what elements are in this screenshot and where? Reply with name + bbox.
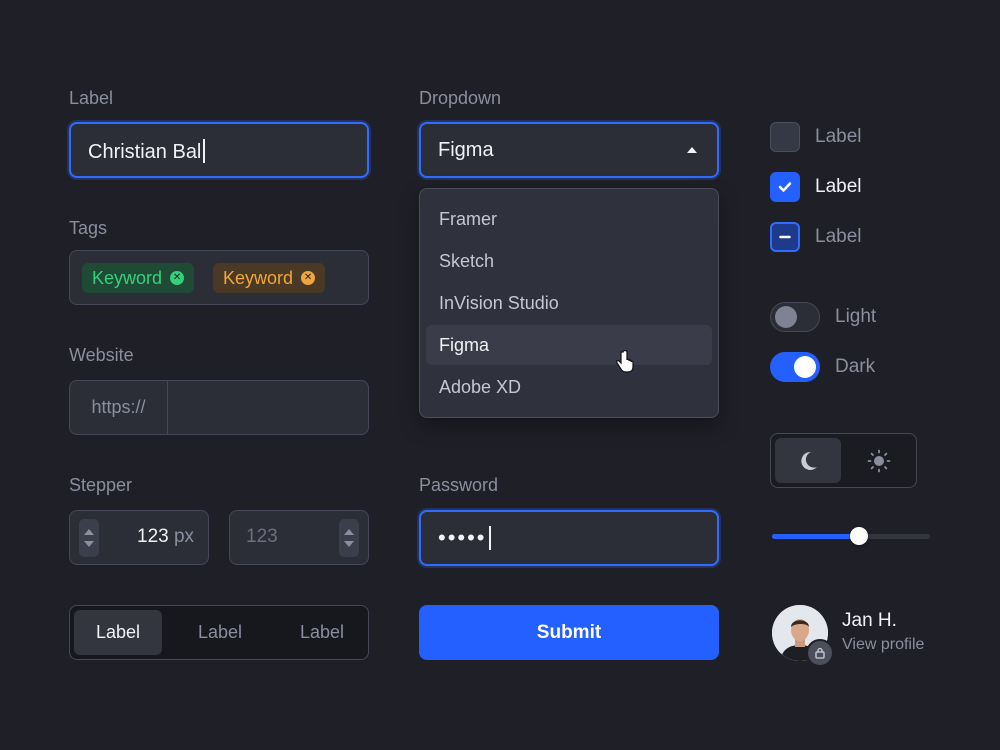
toggle-label: Light <box>835 306 877 327</box>
password-label: Password <box>419 475 499 495</box>
dropdown-menu: Framer Sketch InVision Studio Figma Adob… <box>419 188 719 418</box>
toggle-light[interactable] <box>770 302 820 332</box>
toggle-knob <box>794 356 816 378</box>
dropdown-option-sketch[interactable]: Sketch <box>426 241 712 281</box>
password-input[interactable]: ••••• <box>419 510 719 566</box>
toggle-knob <box>775 306 797 328</box>
dropdown-option-adobe-xd[interactable]: Adobe XD <box>426 367 712 407</box>
remove-tag-icon[interactable]: ✕ <box>170 271 185 285</box>
segment-1[interactable]: Label <box>74 610 162 655</box>
dropdown-value: Figma <box>438 139 494 161</box>
view-profile-link[interactable]: View profile <box>842 636 924 654</box>
checkmark-icon <box>778 182 792 192</box>
text-field-label: Label <box>69 88 114 108</box>
checkbox-checked[interactable] <box>770 172 800 202</box>
lock-icon <box>806 639 834 667</box>
tag-text: Keyword <box>92 268 163 288</box>
slider-fill <box>772 534 860 539</box>
segment-3[interactable]: Label <box>278 610 366 655</box>
slider-thumb[interactable] <box>850 527 868 545</box>
text-caret <box>488 526 491 550</box>
hand-cursor-icon <box>616 350 634 373</box>
name-input-value: Christian Bal <box>88 139 206 164</box>
password-value: ••••• <box>438 525 491 551</box>
segmented-control: Label Label Label <box>69 605 369 660</box>
profile-name: Jan H. <box>842 610 897 631</box>
remove-tag-icon[interactable]: ✕ <box>301 271 316 285</box>
tag-text: Keyword <box>223 268 294 288</box>
submit-button[interactable]: Submit <box>419 605 719 660</box>
moon-icon <box>801 451 817 470</box>
tag-keyword-orange: Keyword ✕ <box>213 263 326 293</box>
checkbox-label: Label <box>815 226 862 247</box>
stepper-arrows[interactable] <box>79 519 99 557</box>
checkbox-label: Label <box>815 126 862 147</box>
tags-input[interactable]: Keyword ✕ Keyword ✕ <box>69 250 369 305</box>
stepper-label: Stepper <box>69 475 133 495</box>
dropdown-option-framer[interactable]: Framer <box>426 199 712 239</box>
website-field[interactable]: https:// <box>69 380 369 435</box>
theme-dark-button[interactable] <box>775 438 841 483</box>
sun-icon <box>867 449 891 472</box>
stepper-placeholder: 123 <box>246 526 278 547</box>
url-prefix: https:// <box>70 381 168 434</box>
increment-icon[interactable] <box>84 529 94 535</box>
dropdown-select[interactable]: Figma <box>419 122 719 178</box>
decrement-icon[interactable] <box>84 541 94 547</box>
name-input[interactable]: Christian Bal <box>69 122 369 178</box>
toggle-dark[interactable] <box>770 352 820 382</box>
checkbox-indeterminate[interactable] <box>770 222 800 252</box>
theme-light-button[interactable] <box>846 438 912 483</box>
stepper-input-px[interactable]: 123 px <box>69 510 209 565</box>
segment-2[interactable]: Label <box>176 610 264 655</box>
checkbox-label: Label <box>815 176 862 197</box>
theme-switch <box>770 433 917 488</box>
stepper-arrows[interactable] <box>339 519 359 557</box>
stepper-input-empty[interactable]: 123 <box>229 510 369 565</box>
dropdown-option-invision[interactable]: InVision Studio <box>426 283 712 323</box>
range-slider[interactable] <box>772 527 932 547</box>
caret-up-icon <box>687 147 697 153</box>
decrement-icon[interactable] <box>344 541 354 547</box>
increment-icon[interactable] <box>344 529 354 535</box>
toggle-label: Dark <box>835 356 876 377</box>
tags-label: Tags <box>69 218 108 238</box>
stepper-value: 123 px <box>137 526 195 547</box>
dropdown-label: Dropdown <box>419 88 502 108</box>
tag-keyword-green: Keyword ✕ <box>82 263 195 293</box>
text-caret <box>203 139 206 163</box>
website-label: Website <box>69 345 134 365</box>
checkbox-unchecked[interactable] <box>770 122 800 152</box>
minus-icon <box>779 235 791 239</box>
dropdown-option-figma[interactable]: Figma <box>426 325 712 365</box>
